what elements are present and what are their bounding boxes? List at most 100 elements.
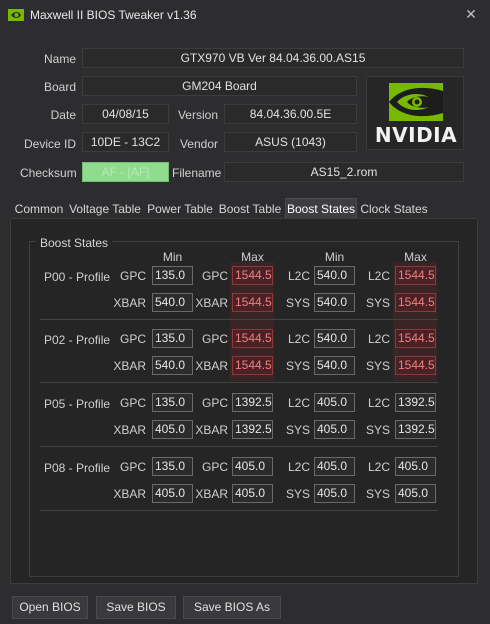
min-clock-input[interactable]: 405.0 (314, 484, 355, 503)
clock-domain-label: L2C (287, 460, 310, 474)
max-clock-input[interactable]: 1392.5 (232, 420, 273, 439)
filename-label: Filename (172, 166, 222, 180)
min-clock-input[interactable]: 135.0 (152, 329, 193, 348)
clock-domain-label: XBAR (195, 296, 228, 310)
clock-domain-label: L2C (367, 269, 390, 283)
device-id-label: Device ID (23, 137, 76, 151)
min-clock-input[interactable]: 135.0 (152, 393, 193, 412)
clock-domain-label: GPC (201, 396, 228, 410)
close-icon[interactable]: ✕ (464, 6, 478, 22)
vendor-field[interactable]: ASUS (1043) (224, 132, 357, 152)
min-clock-input[interactable]: 135.0 (152, 266, 193, 285)
clock-domain-label: L2C (287, 396, 310, 410)
clock-domain-label: SYS (285, 423, 310, 437)
checksum-field[interactable]: AF - [AF] (82, 162, 169, 182)
version-label: Version (177, 108, 218, 122)
clock-domain-label: XBAR (113, 359, 146, 373)
group-title: Boost States (36, 236, 113, 250)
clock-domain-label: L2C (367, 396, 390, 410)
header-max-1: Max (241, 250, 264, 264)
clock-domain-label: L2C (287, 332, 310, 346)
clock-domain-label: L2C (287, 269, 310, 283)
clock-domain-label: XBAR (113, 423, 146, 437)
date-field[interactable]: 04/08/15 (82, 104, 169, 124)
max-clock-input[interactable]: 405.0 (395, 484, 436, 503)
clock-domain-label: SYS (365, 423, 390, 437)
nvidia-wordmark: NVIDIA (374, 123, 458, 147)
min-clock-input[interactable]: 405.0 (314, 457, 355, 476)
device-id-field[interactable]: 10DE - 13C2 (82, 132, 169, 152)
clock-domain-label: XBAR (113, 296, 146, 310)
min-clock-input[interactable]: 540.0 (314, 266, 355, 285)
clock-domain-label: GPC (201, 460, 228, 474)
tab-boost-states[interactable]: Boost States (285, 198, 357, 219)
max-clock-input[interactable]: 1392.5 (395, 393, 436, 412)
max-clock-input[interactable]: 1544.5 (232, 293, 273, 312)
max-clock-input[interactable]: 1392.5 (395, 420, 436, 439)
clock-domain-label: GPC (201, 269, 228, 283)
name-field[interactable]: GTX970 VB Ver 84.04.36.00.AS15 (82, 48, 464, 68)
clock-domain-label: GPC (119, 396, 146, 410)
max-clock-input[interactable]: 1392.5 (232, 393, 273, 412)
board-field[interactable]: GM204 Board (82, 76, 357, 96)
max-clock-input[interactable]: 405.0 (232, 484, 273, 503)
min-clock-input[interactable]: 540.0 (152, 356, 193, 375)
save-bios-button[interactable]: Save BIOS (96, 596, 176, 619)
tab-boost-table[interactable]: Boost Table (218, 200, 282, 218)
min-clock-input[interactable]: 540.0 (314, 329, 355, 348)
clock-domain-label: SYS (365, 296, 390, 310)
min-clock-input[interactable]: 135.0 (152, 457, 193, 476)
clock-domain-label: SYS (365, 359, 390, 373)
max-clock-input[interactable]: 405.0 (232, 457, 273, 476)
min-clock-input[interactable]: 405.0 (152, 484, 193, 503)
min-clock-input[interactable]: 405.0 (152, 420, 193, 439)
profile-label: P00 - Profile (44, 270, 111, 284)
min-clock-input[interactable]: 540.0 (314, 293, 355, 312)
clock-domain-label: GPC (201, 332, 228, 346)
tab-power-table[interactable]: Power Table (146, 200, 214, 218)
profile-divider (40, 446, 438, 447)
profile-label: P08 - Profile (44, 461, 111, 475)
clock-domain-label: SYS (365, 487, 390, 501)
max-clock-input[interactable]: 1544.5 (395, 356, 436, 375)
save-bios-as-button[interactable]: Save BIOS As (183, 596, 281, 619)
clock-domain-label: XBAR (113, 487, 146, 501)
max-clock-input[interactable]: 1544.5 (395, 329, 436, 348)
profile-divider (40, 510, 438, 511)
clock-domain-label: GPC (119, 332, 146, 346)
vendor-label: Vendor (179, 137, 218, 151)
nvidia-eye-icon (389, 83, 443, 121)
clock-domain-label: SYS (285, 487, 310, 501)
clock-domain-label: XBAR (195, 487, 228, 501)
clock-domain-label: L2C (367, 460, 390, 474)
tab-clock-states[interactable]: Clock States (360, 200, 428, 218)
tab-voltage-table[interactable]: Voltage Table (68, 200, 142, 218)
min-clock-input[interactable]: 405.0 (314, 393, 355, 412)
filename-field[interactable]: AS15_2.rom (224, 162, 464, 182)
checksum-label: Checksum (20, 166, 77, 180)
profile-label: P05 - Profile (44, 397, 111, 411)
window-title: Maxwell II BIOS Tweaker v1.36 (30, 8, 197, 22)
min-clock-input[interactable]: 405.0 (314, 420, 355, 439)
clock-domain-label: XBAR (195, 423, 228, 437)
clock-domain-label: SYS (285, 296, 310, 310)
max-clock-input[interactable]: 405.0 (395, 457, 436, 476)
nvidia-app-icon (8, 9, 24, 21)
max-clock-input[interactable]: 1544.5 (395, 293, 436, 312)
tab-common[interactable]: Common (14, 200, 64, 218)
header-min-2: Min (324, 250, 345, 264)
min-clock-input[interactable]: 540.0 (314, 356, 355, 375)
clock-domain-label: L2C (367, 332, 390, 346)
max-clock-input[interactable]: 1544.5 (232, 356, 273, 375)
max-clock-input[interactable]: 1544.5 (232, 329, 273, 348)
clock-domain-label: GPC (119, 460, 146, 474)
min-clock-input[interactable]: 540.0 (152, 293, 193, 312)
profile-divider (40, 382, 438, 383)
max-clock-input[interactable]: 1544.5 (232, 266, 273, 285)
open-bios-button[interactable]: Open BIOS (12, 596, 88, 619)
date-label: Date (50, 108, 76, 122)
nvidia-logo: NVIDIA (366, 76, 464, 150)
board-label: Board (43, 80, 76, 94)
max-clock-input[interactable]: 1544.5 (395, 266, 436, 285)
version-field[interactable]: 84.04.36.00.5E (224, 104, 357, 124)
